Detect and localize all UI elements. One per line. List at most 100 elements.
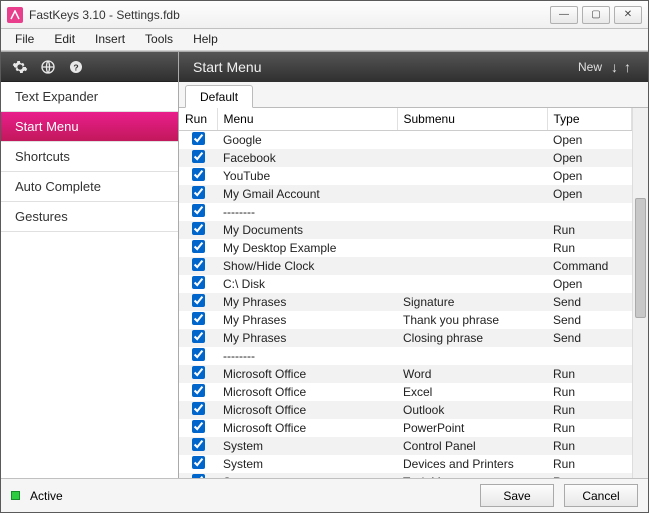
cell-submenu: [397, 131, 547, 150]
arrow-down-icon[interactable]: ↓: [608, 59, 621, 75]
sidebar-item-start-menu[interactable]: Start Menu: [1, 112, 178, 142]
run-checkbox[interactable]: [192, 294, 205, 307]
run-checkbox[interactable]: [192, 204, 205, 217]
sidebar-item-gestures[interactable]: Gestures: [1, 202, 178, 232]
run-checkbox[interactable]: [192, 258, 205, 271]
table-row[interactable]: SystemTask ManagerRun: [179, 473, 632, 478]
sidebar-item-auto-complete[interactable]: Auto Complete: [1, 172, 178, 202]
cell-menu: My Phrases: [217, 329, 397, 347]
run-checkbox[interactable]: [192, 222, 205, 235]
run-checkbox[interactable]: [192, 276, 205, 289]
menu-tools[interactable]: Tools: [135, 29, 183, 50]
cell-run: [179, 329, 217, 347]
cell-submenu: Outlook: [397, 401, 547, 419]
table-row[interactable]: My Desktop ExampleRun: [179, 239, 632, 257]
vertical-scrollbar[interactable]: [632, 108, 648, 478]
run-checkbox[interactable]: [192, 186, 205, 199]
cell-submenu: Word: [397, 365, 547, 383]
run-checkbox[interactable]: [192, 456, 205, 469]
cell-run: [179, 203, 217, 221]
run-checkbox[interactable]: [192, 474, 205, 478]
table-row[interactable]: --------: [179, 347, 632, 365]
help-icon[interactable]: ?: [67, 58, 85, 76]
col-submenu[interactable]: Submenu: [397, 108, 547, 131]
menu-file[interactable]: File: [5, 29, 44, 50]
titlebar[interactable]: FastKeys 3.10 - Settings.fdb — ▢ ✕: [1, 1, 648, 29]
cell-submenu: Control Panel: [397, 437, 547, 455]
run-checkbox[interactable]: [192, 438, 205, 451]
save-button[interactable]: Save: [480, 484, 554, 507]
cell-type: Open: [547, 131, 632, 150]
col-type[interactable]: Type: [547, 108, 632, 131]
close-button[interactable]: ✕: [614, 6, 642, 24]
new-button[interactable]: New: [572, 60, 608, 74]
table-row[interactable]: C:\ DiskOpen: [179, 275, 632, 293]
table-row[interactable]: Microsoft OfficeWordRun: [179, 365, 632, 383]
main-header: Start Menu New ↓ ↑: [179, 52, 648, 82]
table-scroll[interactable]: Run Menu Submenu Type GoogleOpenFacebook…: [179, 108, 632, 478]
run-checkbox[interactable]: [192, 348, 205, 361]
run-checkbox[interactable]: [192, 132, 205, 145]
run-checkbox[interactable]: [192, 168, 205, 181]
status-indicator-icon: [11, 491, 20, 500]
cell-menu: Microsoft Office: [217, 383, 397, 401]
tab-default[interactable]: Default: [185, 85, 253, 108]
minimize-button[interactable]: —: [550, 6, 578, 24]
col-menu[interactable]: Menu: [217, 108, 397, 131]
cell-menu: Microsoft Office: [217, 401, 397, 419]
menu-help[interactable]: Help: [183, 29, 228, 50]
cell-submenu: [397, 185, 547, 203]
run-checkbox[interactable]: [192, 330, 205, 343]
globe-icon[interactable]: [39, 58, 57, 76]
run-checkbox[interactable]: [192, 420, 205, 433]
table-row[interactable]: --------: [179, 203, 632, 221]
table-row[interactable]: SystemControl PanelRun: [179, 437, 632, 455]
table-row[interactable]: SystemDevices and PrintersRun: [179, 455, 632, 473]
sidebar-item-text-expander[interactable]: Text Expander: [1, 82, 178, 112]
table-row[interactable]: My PhrasesSignatureSend: [179, 293, 632, 311]
run-checkbox[interactable]: [192, 312, 205, 325]
cell-menu: YouTube: [217, 167, 397, 185]
table-row[interactable]: FacebookOpen: [179, 149, 632, 167]
scrollbar-thumb[interactable]: [635, 198, 646, 318]
table-row[interactable]: My PhrasesThank you phraseSend: [179, 311, 632, 329]
cell-type: Run: [547, 239, 632, 257]
gear-icon[interactable]: [11, 58, 29, 76]
cell-submenu: [397, 347, 547, 365]
table-row[interactable]: My PhrasesClosing phraseSend: [179, 329, 632, 347]
menu-edit[interactable]: Edit: [44, 29, 85, 50]
run-checkbox[interactable]: [192, 366, 205, 379]
cell-menu: Facebook: [217, 149, 397, 167]
menu-insert[interactable]: Insert: [85, 29, 135, 50]
table-row[interactable]: My Gmail AccountOpen: [179, 185, 632, 203]
cell-run: [179, 257, 217, 275]
table-row[interactable]: Microsoft OfficeOutlookRun: [179, 401, 632, 419]
run-checkbox[interactable]: [192, 150, 205, 163]
tabstrip: Default: [179, 82, 648, 108]
table-row[interactable]: Microsoft OfficePowerPointRun: [179, 419, 632, 437]
table-row[interactable]: Microsoft OfficeExcelRun: [179, 383, 632, 401]
cell-type: Run: [547, 437, 632, 455]
run-checkbox[interactable]: [192, 402, 205, 415]
cell-type: Open: [547, 275, 632, 293]
cell-run: [179, 347, 217, 365]
col-run[interactable]: Run: [179, 108, 217, 131]
table-row[interactable]: Show/Hide ClockCommand: [179, 257, 632, 275]
cell-submenu: [397, 203, 547, 221]
table-row[interactable]: My DocumentsRun: [179, 221, 632, 239]
cell-submenu: [397, 257, 547, 275]
table-row[interactable]: YouTubeOpen: [179, 167, 632, 185]
cell-menu: My Phrases: [217, 311, 397, 329]
cell-type: Run: [547, 365, 632, 383]
sidebar-item-shortcuts[interactable]: Shortcuts: [1, 142, 178, 172]
run-checkbox[interactable]: [192, 384, 205, 397]
window-title: FastKeys 3.10 - Settings.fdb: [29, 8, 180, 22]
cell-run: [179, 365, 217, 383]
run-checkbox[interactable]: [192, 240, 205, 253]
maximize-button[interactable]: ▢: [582, 6, 610, 24]
cell-run: [179, 419, 217, 437]
table-row[interactable]: GoogleOpen: [179, 131, 632, 150]
cancel-button[interactable]: Cancel: [564, 484, 638, 507]
arrow-up-icon[interactable]: ↑: [621, 59, 634, 75]
cell-submenu: Excel: [397, 383, 547, 401]
